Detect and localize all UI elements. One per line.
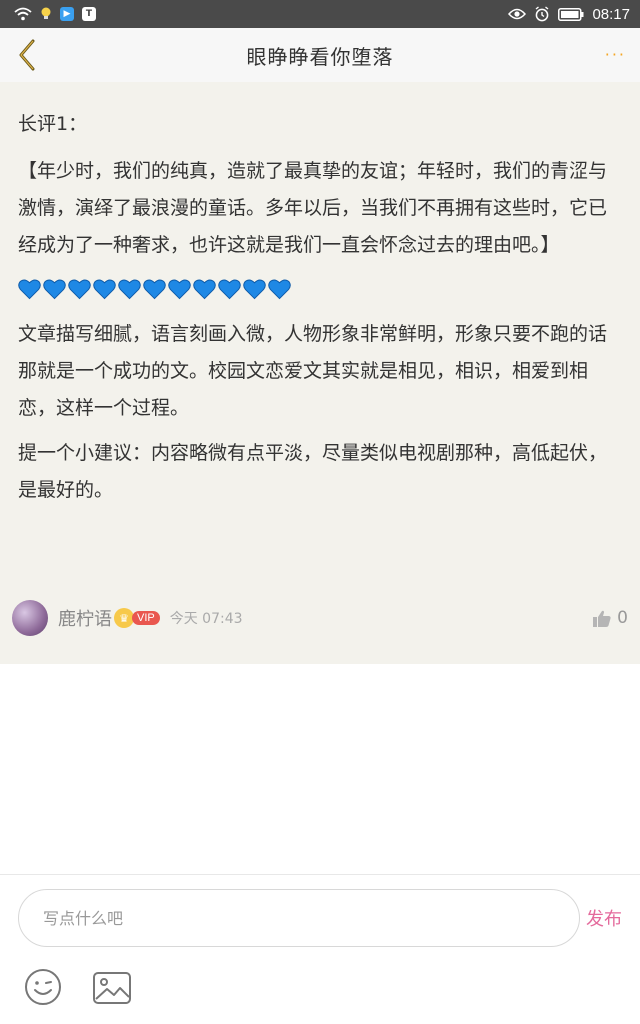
alarm-icon [536, 6, 549, 22]
app-icon: ▶ [60, 7, 74, 21]
chevron-left-icon [19, 39, 35, 71]
like-count: 0 [617, 608, 628, 628]
blue-heart-icon [93, 279, 116, 300]
status-right: 08:17 [508, 6, 630, 23]
battery-icon [558, 7, 584, 21]
author-row: 鹿柠语 ♛ VIP 今天 07:43 0 [12, 600, 628, 636]
blue-heart-icon [243, 279, 266, 300]
thumbs-up-icon [593, 610, 611, 627]
blue-heart-icon [168, 279, 191, 300]
review-card: 长评1： 【年少时，我们的纯真，造就了最真挚的友谊；年轻时，我们的青涩与激情，演… [0, 82, 640, 664]
blue-heart-icon [193, 279, 216, 300]
crown-icon: ♛ [114, 608, 134, 628]
post-time: 今天 07:43 [169, 611, 243, 627]
review-body: 文章描写细腻，语言刻画入微，人物形象非常鲜明，形象只要不跑的话那就是一个成功的文… [18, 323, 608, 419]
status-time: 08:17 [592, 5, 630, 23]
blue-heart-icon [68, 279, 91, 300]
avatar[interactable] [12, 600, 48, 636]
blue-heart-icon [143, 279, 166, 300]
status-left: ▶ T [14, 7, 96, 21]
blue-heart-icon [118, 279, 141, 300]
comment-input-box[interactable] [18, 889, 580, 947]
blue-heart-icon [43, 279, 66, 300]
heart-emoji-row [18, 278, 620, 304]
comment-input[interactable] [43, 908, 579, 928]
back-button[interactable] [10, 37, 44, 73]
eye-icon [508, 8, 527, 20]
bulb-icon [41, 7, 51, 19]
wifi-icon [14, 7, 32, 21]
blue-heart-icon [268, 279, 291, 300]
blue-heart-icon [218, 279, 241, 300]
like-button[interactable]: 0 [593, 608, 628, 628]
smiley-icon [25, 969, 61, 1005]
review-heading: 长评1： [18, 113, 88, 135]
vip-badge: VIP [132, 611, 160, 625]
review-quote: 【年少时，我们的纯真，造就了最真挚的友谊；年轻时，我们的青涩与激情，演绎了最浪漫… [18, 160, 608, 256]
image-button[interactable] [92, 970, 132, 1006]
status-bar: ▶ T 08:17 [0, 0, 640, 28]
more-options-button[interactable]: ··· [605, 47, 626, 63]
author-name[interactable]: 鹿柠语 [58, 605, 112, 631]
app-icon-2: T [82, 7, 96, 21]
image-icon [93, 972, 131, 1004]
blue-heart-icon [18, 279, 41, 300]
divider [0, 874, 640, 875]
review-suggestion: 提一个小建议：内容略微有点平淡，尽量类似电视剧那种，高低起伏，是最好的。 [18, 442, 608, 501]
page-title: 眼睁睁看你堕落 [246, 44, 394, 69]
send-button[interactable]: 发布 [586, 905, 622, 931]
top-nav-bar: 眼睁睁看你堕落 ··· [0, 28, 640, 82]
emoji-button[interactable] [24, 968, 62, 1006]
